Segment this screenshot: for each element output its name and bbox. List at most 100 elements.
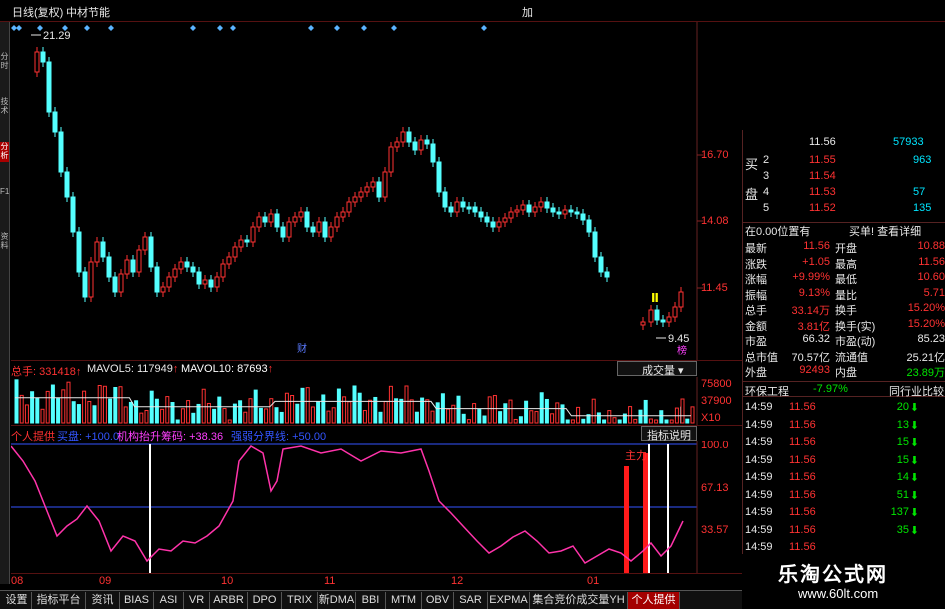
add-button[interactable]: 加 [522, 4, 533, 20]
volume-bar [628, 406, 633, 424]
side-tab-fenshi[interactable]: 分时 [0, 52, 9, 72]
indicator-tab[interactable]: 个人提供 [628, 592, 680, 609]
volume-bar [222, 408, 227, 424]
indicator-chart[interactable]: 主力 100.0 67.13 33.57 [11, 441, 742, 573]
candle-body [526, 204, 532, 213]
volume-bar [357, 392, 362, 424]
finance-marker: 财 [297, 342, 307, 355]
candle-body [130, 259, 136, 273]
candle-body [172, 268, 178, 278]
volume-bar [347, 401, 352, 424]
indicator-tab[interactable]: 指标平台 [32, 592, 86, 609]
candle-body [660, 319, 666, 323]
volume-bar [212, 408, 217, 424]
volume-bar [310, 406, 315, 424]
candle-body [574, 211, 580, 215]
volume-bar [399, 398, 404, 424]
indicator-tab[interactable]: 设置 [2, 592, 32, 609]
volume-bar [409, 399, 414, 424]
volume-bar [113, 387, 118, 424]
candle-body [678, 291, 684, 308]
volume-bar [76, 404, 81, 424]
candle-body [322, 221, 328, 238]
sector-compare-link[interactable]: 同行业比较 [889, 383, 944, 399]
candle-body [52, 111, 58, 133]
month-label: 09 [99, 575, 112, 587]
volume-bar [30, 391, 35, 424]
volume-bar [508, 399, 513, 424]
indicator-tab[interactable]: OBV [422, 592, 454, 609]
candle-body [672, 306, 678, 318]
volume-bar [524, 400, 529, 424]
indicator-tab[interactable]: 集合竞价成交量YH [530, 592, 628, 609]
candle-body [514, 209, 520, 213]
volume-bar [154, 398, 159, 424]
trade-row: 14:59 11.56 15 ⬇ [745, 436, 919, 449]
volume-bar [654, 419, 659, 424]
volume-bar [466, 419, 471, 424]
indicator-tab[interactable]: 新DMA [318, 592, 356, 609]
event-diamond [334, 25, 340, 31]
candle-body [328, 226, 334, 238]
event-diamond [108, 25, 114, 31]
quote-row: 外盘 92493 内盘 23.89万 [745, 364, 945, 379]
volume-bar [482, 415, 487, 424]
volume-bar [461, 413, 466, 424]
sector-name[interactable]: 环保工程 [745, 383, 789, 399]
chart-mode-label[interactable]: 日线(复权) [12, 4, 63, 20]
volume-bar [66, 381, 71, 424]
indicator-tab[interactable]: SAR [454, 592, 488, 609]
down-arrow-icon: ⬇ [909, 419, 919, 432]
volume-bar [144, 409, 149, 424]
side-tab-ziliao[interactable]: 资料 [0, 232, 9, 252]
candle-body [40, 51, 46, 63]
candle-body [292, 216, 298, 223]
candle-body [448, 206, 454, 213]
indicator-help-button[interactable]: 指标说明 [641, 426, 697, 442]
trade-row: 14:59 11.56 14 ⬇ [745, 471, 919, 484]
candle-body [568, 209, 574, 213]
indicator-tab[interactable]: BIAS [120, 592, 154, 609]
indicator-tab[interactable]: VR [184, 592, 210, 609]
volume-bar [487, 396, 492, 424]
indicator-tab[interactable]: ASI [154, 592, 184, 609]
indicator-tab[interactable]: TRIX [282, 592, 318, 609]
volume-bar [284, 392, 289, 424]
title-bar: 日线(复权) 中材节能 加 [0, 0, 945, 22]
candle-body [340, 211, 346, 218]
side-tab-f10[interactable]: F10 [0, 187, 9, 207]
candle-body [394, 141, 400, 148]
volume-bar [342, 396, 347, 424]
candle-body [424, 139, 430, 145]
indicator-tab[interactable]: MTM [386, 592, 422, 609]
indicator-tab[interactable]: DPO [248, 592, 282, 609]
mavol5-label: MAVOL5: 117949↑ [87, 363, 179, 375]
down-arrow-icon: ⬇ [909, 402, 919, 414]
candle-body [184, 261, 190, 268]
candle-body [316, 221, 322, 233]
indicator-tab[interactable]: ARBR [210, 592, 248, 609]
volume-chart[interactable]: 75800 37900 X10 [11, 377, 742, 425]
volume-bar [425, 399, 430, 424]
event-diamond [16, 25, 22, 31]
candle-body [142, 236, 148, 251]
down-arrow-icon: ⬇ [909, 454, 919, 467]
indicator-tab[interactable]: 资讯 [86, 592, 120, 609]
indicator-tab[interactable]: BBI [356, 592, 386, 609]
candle-body [538, 201, 544, 208]
indicator-selector[interactable]: 成交量 ▾ [617, 361, 697, 377]
side-tab-fenxi[interactable]: 分析 [0, 142, 9, 162]
event-diamond [230, 25, 236, 31]
side-tab-jishu[interactable]: 技术 [0, 97, 9, 117]
candle-body [544, 201, 550, 209]
watermark-url: www.60lt.com [798, 586, 879, 601]
candle-body [466, 206, 472, 210]
view-detail-link[interactable]: 买单! 查看详细 [849, 223, 921, 239]
low-price-label: 9.45 [668, 333, 689, 345]
price-chart[interactable]: 16.70 14.08 11.45 21.29 9.45 财 榜 Ⅱ [11, 22, 742, 360]
indicator-tab[interactable]: EXPMA [488, 592, 530, 609]
candle-body [442, 191, 448, 208]
volume-bar [596, 412, 601, 424]
candle-body [550, 207, 556, 213]
volume-bar [295, 403, 300, 424]
